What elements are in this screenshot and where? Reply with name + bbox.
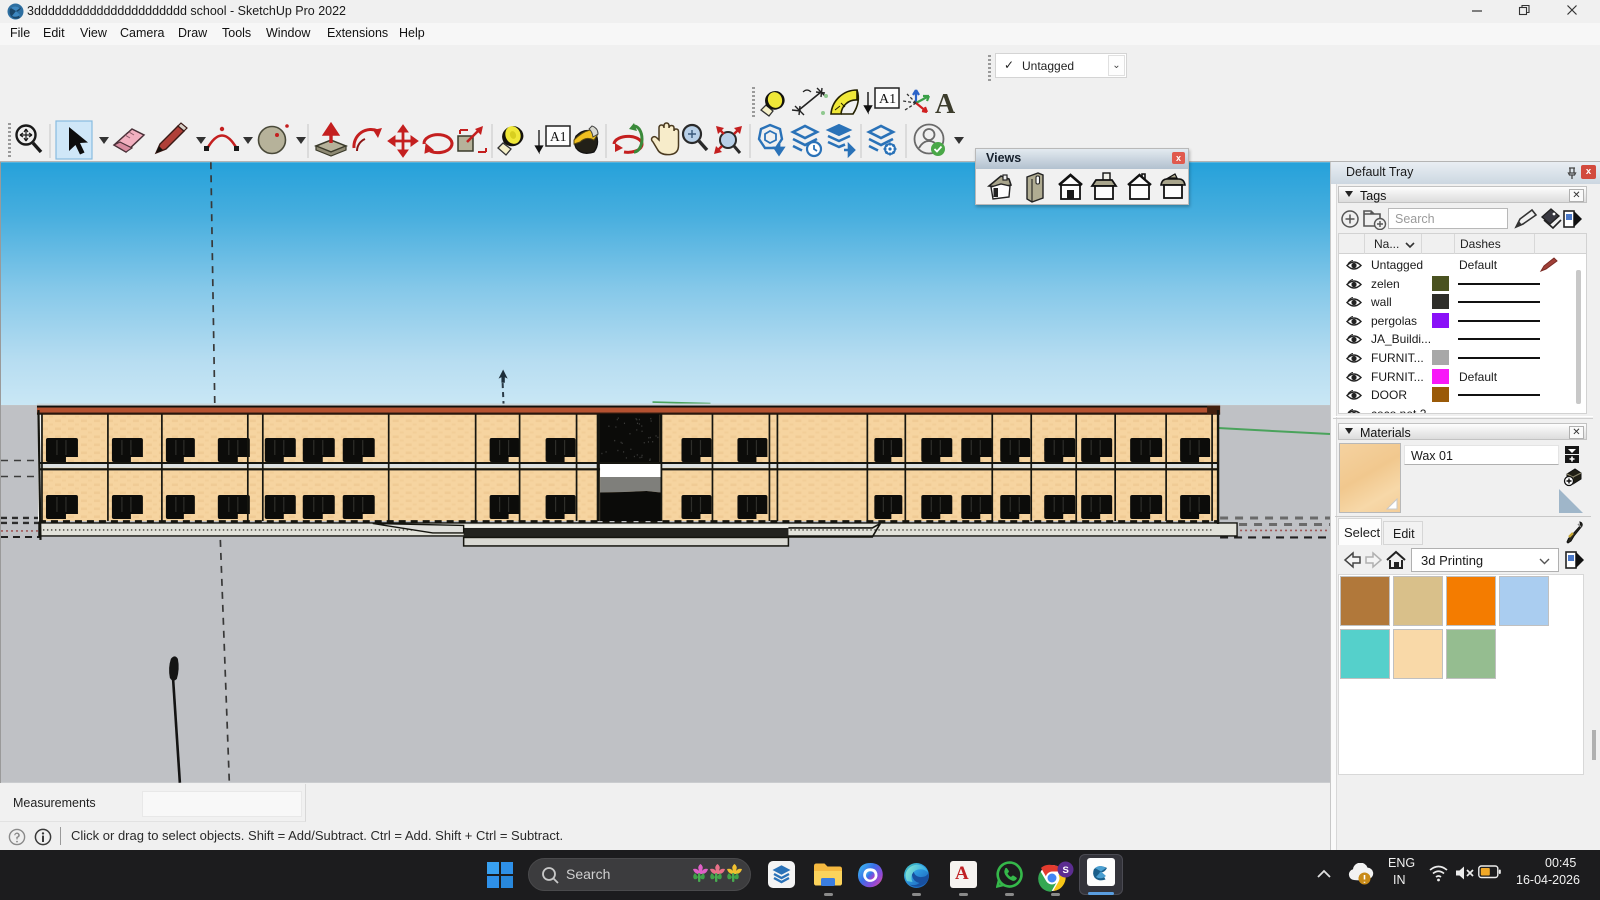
svg-text:A1: A1 <box>879 92 896 107</box>
svg-text:S: S <box>1063 865 1069 876</box>
svg-text:A1: A1 <box>550 129 567 144</box>
svg-text:A: A <box>935 89 956 120</box>
